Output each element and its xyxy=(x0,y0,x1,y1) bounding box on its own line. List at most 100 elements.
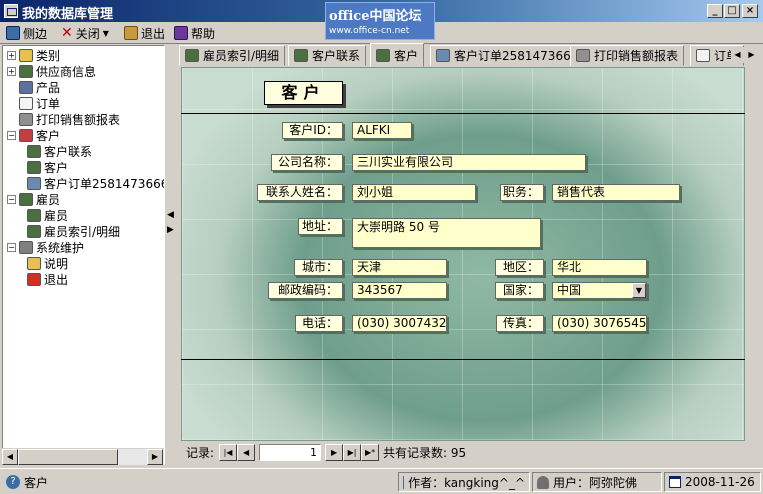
tree-item[interactable]: 说明 xyxy=(27,255,68,271)
tab-3[interactable]: 客户订单2581473666 xyxy=(430,45,585,66)
tree-item[interactable]: 退出 xyxy=(27,271,68,287)
sidebar-label: 侧边 xyxy=(23,26,48,41)
tree-item[interactable]: 雇员 xyxy=(27,207,68,223)
close-button[interactable]: ✕ 关闭 ▼ xyxy=(61,24,109,42)
tree-item[interactable]: − 客户 xyxy=(7,127,60,143)
scroll-right-button[interactable]: ▶ xyxy=(147,449,163,465)
user-text: 用户：阿弥陀佛 xyxy=(553,475,638,490)
tree-item[interactable]: + 类别 xyxy=(7,47,60,63)
dropdown-arrow-icon[interactable]: ▼ xyxy=(632,283,646,298)
postal-code-field[interactable]: 343567 xyxy=(352,282,447,299)
last-record-button[interactable]: ▶| xyxy=(343,443,362,461)
tab-scroll-right-button[interactable]: ▶ xyxy=(745,47,758,63)
record-position-input[interactable]: 1 xyxy=(259,443,322,461)
tree-item[interactable]: 雇员索引/明细 xyxy=(27,223,120,239)
tree-item[interactable]: − 系统维护 xyxy=(7,239,84,255)
minimize-button[interactable]: _ xyxy=(707,4,723,18)
collapse-icon[interactable]: − xyxy=(7,194,16,204)
expand-icon[interactable]: + xyxy=(7,66,16,76)
product-icon xyxy=(19,80,33,94)
people-icon xyxy=(27,224,41,238)
tab-label: 客户 xyxy=(394,48,419,63)
next-record-button[interactable]: ▶ xyxy=(325,443,344,461)
collapse-left-icon[interactable]: ◀ xyxy=(167,210,174,220)
tree-item-label: 产品 xyxy=(36,80,61,95)
tab-1[interactable]: 客户联系 xyxy=(288,45,367,66)
tree-item-label: 客户 xyxy=(44,160,69,175)
contact-label: 联系人姓名： xyxy=(257,184,343,201)
tree-item-label: 订单 xyxy=(36,96,61,111)
app-icon xyxy=(4,4,18,18)
chevron-down-icon: ▼ xyxy=(102,28,109,38)
contact-field[interactable]: 刘小姐 xyxy=(352,184,476,201)
exit-door-icon xyxy=(124,26,138,40)
company-field[interactable]: 三川实业有限公司 xyxy=(352,154,586,171)
scroll-thumb[interactable] xyxy=(18,449,118,465)
previous-record-button[interactable]: ◀ xyxy=(237,443,256,461)
new-record-button[interactable]: ▶* xyxy=(361,443,380,461)
form-tabs: 雇员索引/明细 客户联系 客户 客户订单2581473666 打印销售额报表 订单 ◀ ▶ xyxy=(176,43,763,67)
tab-scroll-left-button[interactable]: ◀ xyxy=(731,47,744,63)
sidebar-splitter[interactable]: ◀ ▶ xyxy=(166,45,174,465)
tab-2[interactable]: 客户 xyxy=(370,43,425,67)
fax-label: 传真： xyxy=(496,315,544,332)
tab-0[interactable]: 雇员索引/明细 xyxy=(179,45,286,66)
people-icon xyxy=(376,48,390,62)
tree-item[interactable]: 打印销售额报表 xyxy=(7,111,120,127)
tree-item-label: 客户订单2581473666 xyxy=(44,176,165,191)
folder-icon xyxy=(19,48,33,62)
country-select[interactable]: 中国 ▼ xyxy=(552,282,647,299)
help-book-icon xyxy=(174,26,188,40)
fax-field[interactable]: (030) 30765452 xyxy=(552,315,647,332)
calendar-icon xyxy=(669,476,681,488)
phone-field[interactable]: (030) 30074321 xyxy=(352,315,447,332)
sidebar-button[interactable]: 侧边 xyxy=(6,24,47,42)
help-button[interactable]: 帮助 xyxy=(174,24,215,42)
tree-item-label: 类别 xyxy=(36,48,61,63)
customer-id-field[interactable]: ALFKI xyxy=(352,122,412,139)
address-field[interactable]: 大崇明路 50 号 xyxy=(352,218,541,248)
toolbar: 侧边 ✕ 关闭 ▼ 退出 帮助 xyxy=(0,22,763,44)
form-title: 客户 xyxy=(264,81,343,105)
country-label: 国家： xyxy=(495,282,544,299)
people-icon xyxy=(294,49,308,62)
expand-icon[interactable]: + xyxy=(7,50,16,60)
people-icon xyxy=(185,49,199,62)
collapse-icon[interactable]: − xyxy=(7,242,16,252)
tree-item[interactable]: − 雇员 xyxy=(7,191,60,207)
tree-item-label: 雇员 xyxy=(44,208,69,223)
status-author: 作者：kangking^_^ xyxy=(398,472,530,492)
tree-item-label: 退出 xyxy=(44,272,69,287)
exit-label: 退出 xyxy=(141,26,166,41)
tree-item[interactable]: 客户 xyxy=(27,159,68,175)
tree-item[interactable]: 客户联系 xyxy=(27,143,92,159)
maximize-button[interactable]: □ xyxy=(724,4,740,18)
document-icon xyxy=(696,49,710,62)
job-title-field[interactable]: 销售代表 xyxy=(552,184,680,201)
scroll-left-button[interactable]: ◀ xyxy=(2,449,18,465)
exit-button[interactable]: 退出 xyxy=(124,24,165,42)
author-icon xyxy=(403,475,405,489)
printer-icon xyxy=(576,49,590,62)
tree-item[interactable]: 产品 xyxy=(7,79,60,95)
tree-item-label: 说明 xyxy=(44,256,69,271)
tab-label: 打印销售额报表 xyxy=(594,49,679,63)
tree-item[interactable]: 订单 xyxy=(7,95,60,111)
tab-4[interactable]: 打印销售额报表 xyxy=(570,45,685,66)
tree-item-label: 供应商信息 xyxy=(36,64,97,79)
people-icon xyxy=(19,64,33,78)
tree-horizontal-scrollbar[interactable]: ◀ ▶ xyxy=(2,448,164,465)
tab-label: 客户订单2581473666 xyxy=(454,49,579,63)
region-field[interactable]: 华北 xyxy=(552,259,647,276)
first-record-button[interactable]: |◀ xyxy=(219,443,238,461)
job-title-label: 职务： xyxy=(500,184,544,201)
tree-item[interactable]: 客户订单2581473666 xyxy=(27,175,165,191)
expand-right-icon[interactable]: ▶ xyxy=(167,225,174,235)
tree-item[interactable]: + 供应商信息 xyxy=(7,63,96,79)
close-window-button[interactable]: × xyxy=(742,4,758,18)
date-text: 2008-11-26 xyxy=(685,475,755,489)
status-user: 用户：阿弥陀佛 xyxy=(532,472,662,492)
tools-icon xyxy=(19,240,33,254)
city-field[interactable]: 天津 xyxy=(352,259,447,276)
collapse-icon[interactable]: − xyxy=(7,130,16,140)
